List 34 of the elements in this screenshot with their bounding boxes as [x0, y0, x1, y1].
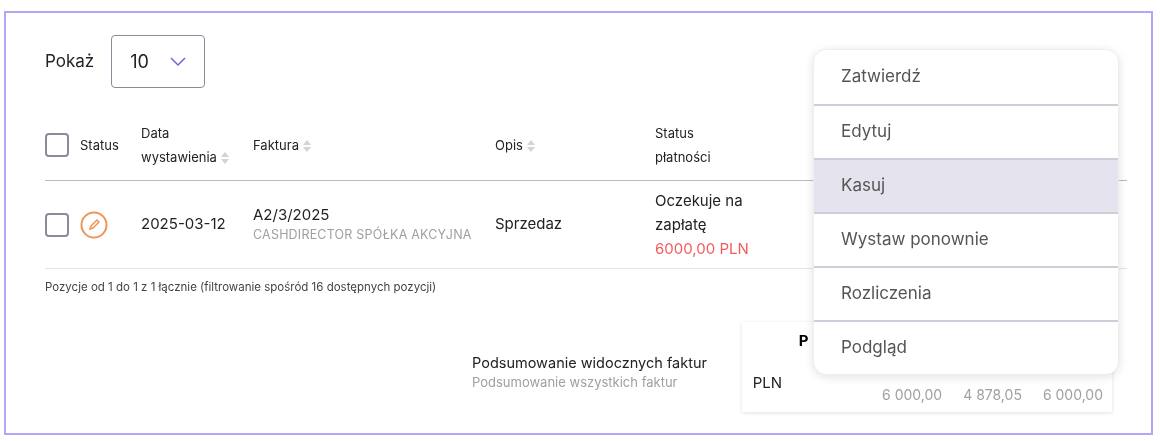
summary-value: 6 000,00 — [882, 385, 943, 406]
pencil-icon[interactable] — [80, 210, 108, 239]
company-name: CASHDIRECTOR SPÓŁKA AKCYJNA — [253, 226, 473, 245]
column-header[interactable]: Status — [80, 132, 119, 157]
summary-value: 4 878,05 — [963, 385, 1022, 406]
menu-item[interactable]: Zatwierdź — [814, 50, 1118, 104]
summary-value: 6 000,00 — [1042, 385, 1103, 406]
sort-icon[interactable] — [526, 139, 535, 152]
table-cell: 2025-03-12 — [141, 214, 226, 234]
checkbox[interactable] — [45, 212, 69, 237]
menu-item[interactable]: Rozliczenia — [814, 266, 1118, 320]
column-header[interactable]: Opis — [495, 132, 535, 157]
payment-amount: 6000,00 PLN — [655, 237, 750, 260]
menu-item[interactable]: Podgląd — [814, 320, 1118, 374]
checkbox[interactable] — [45, 132, 69, 157]
column-header[interactable]: Faktura — [253, 132, 311, 157]
page-size-label: Pokaż — [45, 49, 95, 73]
summary-heading: P — [798, 330, 809, 353]
summary-label: Podsumowanie wszystkich faktur — [472, 373, 679, 393]
column-header[interactable]: Data wystawienia — [141, 120, 236, 169]
invoice-number: A2/3/2025 — [253, 203, 331, 226]
sort-icon[interactable] — [220, 151, 229, 164]
menu-item[interactable]: Edytuj — [814, 104, 1118, 158]
sort-icon[interactable] — [302, 139, 311, 152]
menu-item[interactable]: Wystaw ponownie — [814, 212, 1118, 266]
table-cell: Sprzedaz — [495, 214, 563, 234]
currency: PLN — [752, 372, 783, 395]
menu-item[interactable]: Kasuj — [814, 158, 1118, 212]
page-size-select[interactable]: 10 — [111, 35, 206, 88]
payment-status: Oczekuje na zapłatę — [655, 189, 744, 236]
column-header[interactable]: Status płatności — [655, 120, 750, 169]
pagination-info: Pozycje od 1 do 1 z 1 łącznie (filtrowanie spośród 16 dostępnych pozycji) — [45, 279, 437, 296]
summary-label: Podsumowanie widocznych faktur — [472, 352, 708, 373]
chevron-down-icon — [170, 56, 187, 67]
